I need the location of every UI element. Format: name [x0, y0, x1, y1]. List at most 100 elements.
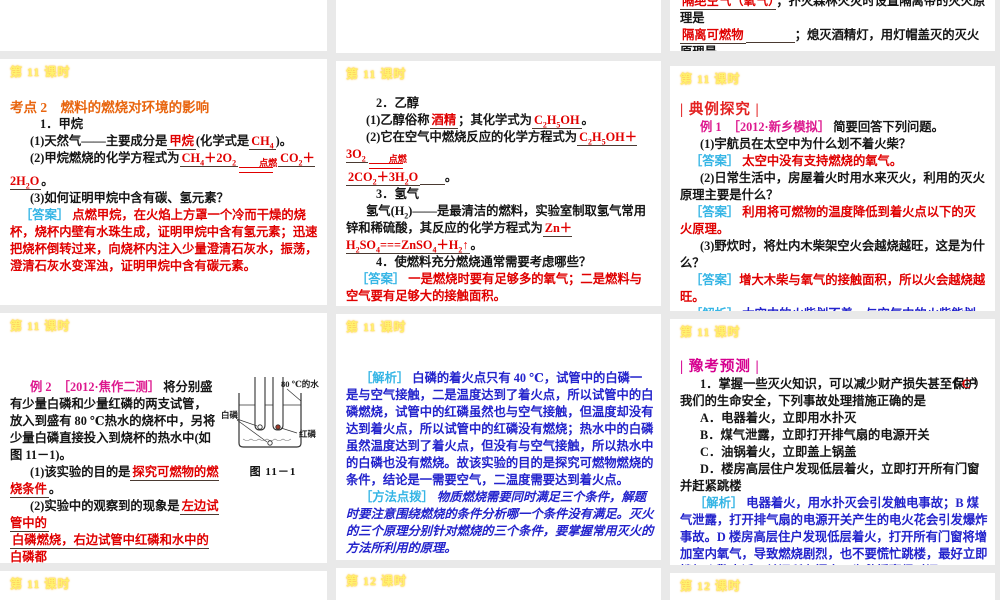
slide-content: 2．乙醇 (1)乙醇俗称 酒精 ；其化学式为 C2H5OH。 (2)它在空气中燃烧反应的化…: [346, 95, 654, 306]
text-segment: | 豫考预测 |: [680, 359, 760, 375]
text-segment: 3．氢气: [376, 187, 420, 201]
slide-page-next-right[interactable]: 第 12 课时: [670, 573, 995, 600]
text-line: 白磷燃烧，右边试管中红磷和水中的白磷都: [10, 532, 219, 563]
text-line: 2．乙醇: [346, 95, 654, 112]
text-segment: ［答案］: [690, 154, 740, 168]
slide-header-label: 第 11 课时: [680, 325, 741, 339]
text-line: (1)宇航员在太空中为什么划不着火柴？: [680, 136, 988, 153]
text-line: ［答案］ 利用将可燃物的温度降低到着火点以下的灭火原理。: [680, 204, 988, 238]
text-segment: (化学式是: [195, 134, 250, 148]
text-segment: 。: [470, 238, 483, 252]
text-line: ［答案］ 太空中没有支持燃烧的氧气。: [680, 153, 988, 170]
text-segment: ［答案］: [20, 208, 70, 222]
red-phosphorus-dot: [275, 424, 281, 430]
slide-page-prediction-q1[interactable]: 第 11 课时 | 豫考预测 | 1．掌握一些灭火知识，可以减少财产损失甚至保护我…: [670, 319, 995, 565]
text-line: 例 2 ［2012·焦作二测］ 将分别盛有少量白磷和少量红磷的两支试管，放入到盛…: [10, 379, 219, 464]
text-line: (1)该实验的目的是 探究可燃物的燃烧条件。: [10, 464, 219, 498]
text-segment: C2H5OH: [531, 113, 582, 130]
slide-page-prev-right[interactable]: 隔绝空气（氧气） ；扑灭森林火灾时设置隔离带的灭火原理是 隔离可燃物 ；熄灭酒精灯，…: [670, 0, 995, 51]
text-line: ［解析］ 白磷的着火点只有 40 ℃，试管中的白磷一是与空气接触，二是温度达到了…: [346, 370, 654, 489]
text-line: 1．甲烷: [10, 116, 320, 133]
beaker-experiment-figure: 80 ℃的水 白磷 红磷: [221, 377, 319, 448]
slide-page-next-mid[interactable]: 第 12 课时: [336, 568, 661, 600]
white-phosphorus-in-water-dot: [267, 440, 273, 446]
figure-caption: 图 11－1: [249, 466, 297, 478]
slide-content: ［解析］ 白磷的着火点只有 40 ℃，试管中的白磷一是与空气接触，二是温度达到了…: [346, 370, 654, 557]
text-segment: 。: [48, 482, 62, 496]
slide-page-example1[interactable]: 第 11 课时 | 典例探究 | 例 1 ［2012·新乡模拟］ 简要回答下列问题…: [670, 66, 995, 311]
text-line: B．煤气泄露，立即打开排气扇的电源开关: [680, 427, 988, 444]
text-segment: (2)日常生活中，房屋着火时用水来灭火，利用的灭火原理主要是什么？: [680, 171, 985, 202]
slide-content: 考点 2 燃料的燃烧对环境的影响 1．甲烷 (1)天然气——主要成分是 甲烷 (化学式是…: [10, 99, 320, 275]
text-segment: CH4: [249, 134, 276, 151]
slide-page-example2[interactable]: 第 11 课时 例 2 ［2012·焦作二测］ 将分别盛有少量白磷和少量红磷的两…: [0, 313, 327, 563]
white-phosphorus-label: 白磷: [221, 410, 239, 420]
ignite-condition: 点燃: [368, 155, 407, 169]
text-line: (2)它在空气中燃烧反应的化学方程式为 C2H5OH＋3O2 点燃: [346, 129, 654, 169]
answer-choice-badge: （ C ）: [926, 376, 986, 393]
text-line: 隔绝空气（氧气） ；扑灭森林火灾时设置隔离带的灭火原理是: [680, 0, 988, 27]
text-line: D．楼房高层住户发现低层着火，立即打开所有门窗并赶紧跳楼: [680, 461, 988, 495]
text-segment: C．油锅着火，立即盖上锅盖: [700, 445, 857, 459]
text-line: 4．使燃料充分燃烧通常需要考虑哪些？: [346, 254, 654, 271]
text-line: A．电器着火，立即用水扑灭: [680, 410, 988, 427]
text-line: 2CO2＋3H2O 。: [346, 169, 654, 186]
slide-header-label: 第 12 课时: [346, 574, 408, 588]
text-line: 3．氢气: [346, 186, 654, 203]
text-segment: (2)实验中的观察到的现象是: [30, 499, 180, 513]
text-segment: 2CO2＋3H2O: [346, 170, 421, 187]
text-line: (3)野炊时，将灶内木柴架空火会越烧越旺，这是为什么？: [680, 238, 988, 272]
text-line: ［答案］ 一是燃烧时要有足够多的氧气；二是燃料与空气要有足够大的接触面积。: [346, 271, 654, 305]
text-segment: 考点 2 燃料的燃烧对环境的影响: [10, 100, 210, 115]
text-segment: (3)如何证明甲烷中含有碳、氢元素？: [30, 191, 229, 205]
text-segment: (1)该实验的目的是: [30, 465, 131, 479]
slide-header-label: 第 11 课时: [10, 65, 71, 79]
text-line: 隔离可燃物 ；熄灭酒精灯，用灯帽盖灭的灭火原理是: [680, 27, 988, 51]
text-segment: ［答案］: [690, 273, 740, 287]
slide-header-label: 第 11 课时: [680, 72, 741, 86]
water-temp-label: 80 ℃的水: [281, 379, 319, 389]
text-line: (2)甲烷燃烧的化学方程式为 CH4＋2O2 点燃 CO2＋2H2O。: [10, 150, 320, 190]
slide-page-topic2-methane[interactable]: 第 11 课时 考点 2 燃料的燃烧对环境的影响 1．甲烷 (1)天然气——主要成分…: [0, 59, 327, 305]
text-segment: A．电器着火，立即用水扑灭: [700, 411, 857, 425]
text-segment: 。: [581, 113, 594, 127]
text-segment: 4．使燃料充分燃烧通常需要考虑哪些？: [376, 255, 592, 269]
text-line: ［解析］ 电器着火，用水扑灭会引发触电事故；B 煤气泄露，打开排气扇的电源开关产…: [680, 495, 988, 565]
text-segment: (1)宇航员在太空中为什么划不着火柴？: [700, 137, 912, 151]
text-segment: ［答案］: [690, 205, 740, 219]
text-line: 1．掌握一些灭火知识，可以减少财产损失甚至保护我们的生命安全，下列事故处理措施正…: [680, 376, 988, 410]
text-line: (3)如何证明甲烷中含有碳、氢元素？: [10, 190, 320, 207]
text-segment: 例 2 ［2012·焦作二测］: [30, 380, 161, 394]
text-segment: )。: [275, 134, 293, 148]
text-segment: ［解析］: [690, 307, 739, 311]
text-segment: (3)野炊时，将灶内木柴架空火会越烧越旺，这是为什么？: [680, 239, 985, 270]
slide-page-ethanol-hydrogen[interactable]: 第 11 课时 2．乙醇 (1)乙醇俗称 酒精 ；其化学式为 C2H5OH。 (2)它在空…: [336, 61, 661, 306]
text-segment: 酒精: [429, 113, 459, 129]
text-segment: 白磷的着火点只有 40 ℃，试管中的白磷一是与空气接触，二是温度达到了着火点，所…: [346, 371, 654, 487]
ignite-condition: 点燃: [239, 159, 277, 173]
slide-page-prev-mid[interactable]: [336, 0, 661, 53]
text-segment: [745, 28, 795, 43]
slide-page-prev-left[interactable]: [0, 0, 327, 51]
text-segment: ［解析］: [360, 371, 410, 385]
slide-sorter-view: 第 11 课时 考点 2 燃料的燃烧对环境的影响 1．甲烷 (1)天然气——主要成分…: [0, 0, 1000, 600]
slide-content: 隔绝空气（氧气） ；扑灭森林火灾时设置隔离带的灭火原理是 隔离可燃物 ；熄灭酒精灯，…: [680, 0, 988, 51]
slide-content: | 豫考预测 | 1．掌握一些灭火知识，可以减少财产损失甚至保护我们的生命安全，下…: [680, 359, 988, 565]
text-line: ［解析］ 太空中的火柴划不着，与空气中的火柴能划着对比，就可知太空中没有氧气；水…: [680, 306, 988, 311]
text-segment: (1)天然气——主要成分是: [30, 134, 168, 148]
slide-page-next-left[interactable]: 第 11 课时: [0, 571, 327, 600]
text-segment: ）: [970, 377, 986, 391]
slide-page-example2-analysis[interactable]: 第 11 课时 ［解析］ 白磷的着火点只有 40 ℃，试管中的白磷一是与空气接触…: [336, 314, 661, 560]
text-segment: CH4＋2O2: [179, 151, 239, 168]
text-line: 例 1 ［2012·新乡模拟］ 简要回答下列问题。: [680, 119, 988, 136]
white-phosphorus-dot: [257, 424, 263, 430]
slide-header-label: 第 11 课时: [10, 319, 71, 333]
text-segment: 隔离可燃物: [680, 28, 746, 44]
text-line: (2)日常生活中，房屋着火时用水来灭火，利用的灭火原理主要是什么？: [680, 170, 988, 204]
text-line: 氢气(H2)——是最清洁的燃料，实验室制取氢气常用锌和稀硫酸，其反应的化学方程式…: [346, 203, 654, 254]
text-line: ［方法点拨］ 物质燃烧需要同时满足三个条件，解题时要注意围绕燃烧的条件分析哪一个…: [346, 489, 654, 557]
text-line: C．油锅着火，立即盖上锅盖: [680, 444, 988, 461]
text-segment: (2)甲烷燃烧的化学方程式为: [30, 151, 180, 165]
text-segment: 太空中没有支持燃烧的氧气。: [739, 154, 903, 168]
text-line: (1)天然气——主要成分是 甲烷 (化学式是 CH4)。: [10, 133, 320, 150]
